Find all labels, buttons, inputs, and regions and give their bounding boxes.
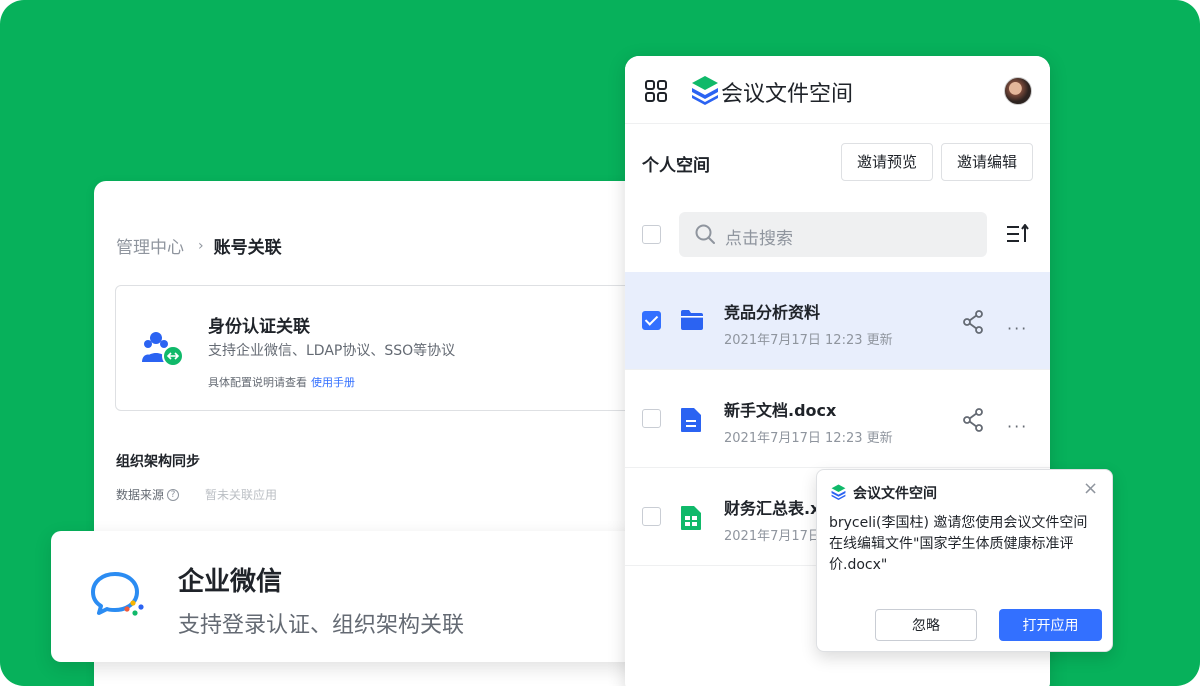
file-space-title: 会议文件空间 [721,82,854,107]
file-name: 新手文档.docx [724,401,837,420]
sort-icon[interactable] [1006,223,1030,248]
more-icon[interactable]: ··· [1007,417,1028,436]
identity-auth-note: 具体配置说明请查看 使用手册 [208,374,355,390]
notification-title: 会议文件空间 [853,486,937,502]
select-all-checkbox[interactable] [642,225,661,244]
file-row[interactable]: 竞品分析资料 2021年7月17日 12:23 更新 ··· [625,272,1050,370]
file-updated-time: 2021年7月17日 12:23 更新 [724,333,893,348]
share-icon[interactable] [962,408,984,436]
ignore-button[interactable]: 忽略 [875,609,977,641]
user-manual-link[interactable]: 使用手册 [311,376,355,389]
file-updated-time: 2021年7月17日 12:23 更新 [724,431,893,446]
file-name: 财务汇总表.x [724,499,821,518]
wecom-title: 企业微信 [178,567,283,597]
identity-auth-title: 身份认证关联 [208,317,310,337]
sheet-file-icon [680,505,702,535]
invite-preview-button[interactable]: 邀请预览 [841,143,933,181]
wecom-desc: 支持登录认证、组织架构关联 [178,613,465,638]
search-icon [695,224,715,248]
help-icon[interactable]: ? [167,488,180,501]
search-input[interactable]: 点击搜索 [679,212,987,257]
invite-notification: 会议文件空间 × bryceli(李国柱) 邀请您使用会议文件空间 在线编辑文件… [816,469,1113,652]
file-space-logo-icon [691,75,719,109]
file-space-header: 会议文件空间 [625,56,1050,124]
share-icon[interactable] [962,310,984,338]
identity-auth-desc: 支持企业微信、LDAP协议、SSO等协议 [208,343,456,359]
file-space-logo-icon [831,484,846,504]
invite-edit-button[interactable]: 邀请编辑 [941,143,1033,181]
wecom-card[interactable]: 企业微信 支持登录认证、组织架构关联 [51,531,651,662]
file-name: 竞品分析资料 [724,303,821,322]
open-app-button[interactable]: 打开应用 [999,609,1102,641]
identity-auth-box: 身份认证关联 支持企业微信、LDAP协议、SSO等协议 具体配置说明请查看 使用手… [115,285,655,411]
search-placeholder: 点击搜索 [725,229,793,249]
notification-line-2: 在线编辑文件"国家学生体质健康标准评价.docx" [829,536,1074,573]
personal-space-title: 个人空间 [642,156,710,176]
more-icon[interactable]: ··· [1007,319,1028,338]
users-link-icon [142,330,186,374]
breadcrumb: 管理中心 › 账号关联 [116,233,282,259]
auth-note-text: 具体配置说明请查看 [208,376,307,389]
user-avatar[interactable] [1004,77,1032,105]
file-checkbox[interactable] [642,507,661,526]
org-sync-title: 组织架构同步 [116,454,200,470]
data-source-row: 数据来源 ? 暂未关联应用 [116,486,277,503]
data-source-value: 暂未关联应用 [205,488,278,502]
apps-grid-icon[interactable] [645,80,667,106]
breadcrumb-admin-center[interactable]: 管理中心 [116,233,184,258]
wecom-logo-icon [91,571,147,623]
breadcrumb-separator: › [198,237,204,254]
close-icon[interactable]: × [1083,480,1098,498]
breadcrumb-account-link: 账号关联 [213,238,282,258]
file-checkbox[interactable] [642,409,661,428]
data-source-label: 数据来源 [116,488,165,502]
doc-file-icon [680,407,702,437]
file-checkbox[interactable] [642,311,661,330]
file-row[interactable]: 新手文档.docx 2021年7月17日 12:23 更新 ··· [625,370,1050,468]
folder-icon [680,309,704,335]
notification-message: bryceli(李国柱) 邀请您使用会议文件空间 在线编辑文件"国家学生体质健康… [829,513,1104,576]
notification-line-1: bryceli(李国柱) 邀请您使用会议文件空间 [829,515,1088,531]
